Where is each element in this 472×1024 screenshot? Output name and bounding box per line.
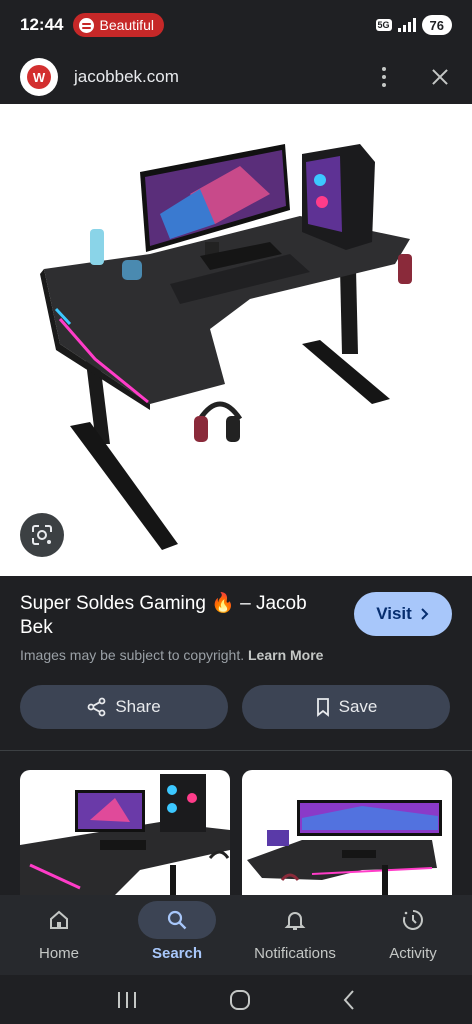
nav-home[interactable]: Home [0, 895, 118, 975]
google-lens-button[interactable] [20, 513, 64, 557]
site-header: W jacobbek.com [0, 50, 472, 104]
nav-notifications[interactable]: Notifications [236, 895, 354, 975]
home-button-icon[interactable] [229, 989, 251, 1011]
status-bar: 12:44 Beautiful 5G 76 [0, 0, 472, 50]
battery-indicator: 76 [421, 15, 452, 35]
system-navigation-bar [0, 975, 472, 1024]
divider [0, 750, 472, 751]
spotify-icon [79, 17, 95, 33]
learn-more-link[interactable]: Learn More [248, 647, 323, 663]
copyright-notice: Images may be subject to copyright. Lear… [20, 647, 323, 663]
nav-activity-label: Activity [389, 945, 437, 962]
result-title[interactable]: Super Soldes Gaming 🔥 – Jacob Bek [20, 592, 330, 640]
related-image-2[interactable] [242, 770, 452, 900]
related-desk-image-2 [247, 800, 442, 900]
activity-icon [403, 910, 423, 930]
nav-home-label: Home [38, 945, 79, 962]
site-domain[interactable]: jacobbek.com [74, 67, 179, 87]
site-logo-mark: W [27, 65, 51, 89]
share-icon [87, 697, 106, 717]
google-lens-icon [32, 525, 52, 545]
nav-activity[interactable]: Activity [354, 895, 472, 975]
nav-notifications-label: Notifications [254, 945, 336, 962]
network-type-badge: 5G [375, 19, 392, 31]
bookmark-icon [316, 698, 329, 717]
bell-icon [284, 912, 306, 930]
media-title: Beautiful [99, 17, 154, 33]
related-image-1[interactable] [20, 770, 230, 900]
search-icon [167, 910, 187, 930]
share-button[interactable]: Share [20, 685, 228, 729]
gaming-desk-image [40, 144, 412, 550]
media-playing-pill[interactable]: Beautiful [73, 13, 164, 37]
save-label: Save [338, 697, 378, 716]
nav-search[interactable]: Search [118, 895, 236, 975]
related-desk-image-1 [20, 774, 230, 900]
recent-apps-icon[interactable] [116, 990, 138, 1010]
save-button[interactable]: Save [242, 685, 450, 729]
bottom-navigation: Home Search Notifications Activity [0, 895, 472, 975]
status-indicators: 5G 76 [375, 15, 452, 35]
back-icon[interactable] [342, 989, 356, 1011]
chevron-right-icon [421, 608, 429, 620]
copyright-text: Images may be subject to copyright. [20, 647, 245, 663]
share-label: Share [115, 697, 161, 716]
status-time: 12:44 [20, 15, 64, 34]
main-image[interactable] [0, 104, 472, 576]
signal-icon [397, 18, 416, 32]
site-logo[interactable]: W [20, 58, 58, 96]
home-icon [50, 910, 68, 929]
visit-button[interactable]: Visit [354, 592, 452, 636]
visit-label: Visit [376, 604, 412, 623]
nav-search-label: Search [151, 945, 203, 962]
more-options-icon[interactable] [374, 65, 394, 89]
close-icon[interactable] [428, 65, 452, 89]
